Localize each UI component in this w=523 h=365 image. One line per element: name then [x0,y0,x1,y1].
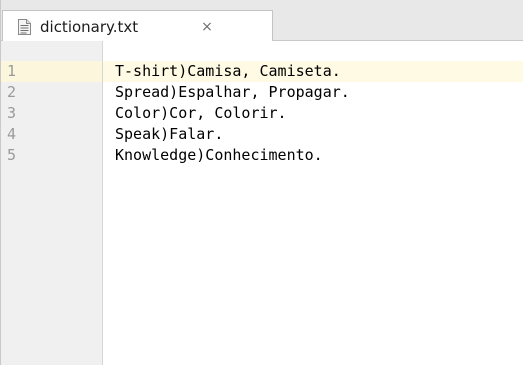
tab-label: dictionary.txt [40,18,139,36]
close-icon[interactable]: × [199,18,215,36]
tab-dictionary-txt[interactable]: dictionary.txt × [2,10,273,42]
line-number: 2 [7,83,17,101]
line-number: 3 [7,104,17,122]
text-editor[interactable]: 1 2 3 4 5 T-shirt)Camisa, Camiseta. Spre… [0,41,523,365]
editor-window: dictionary.txt × 1 2 3 4 5 T-shirt)Camis… [0,0,523,365]
code-line[interactable]: T-shirt)Camisa, Camiseta. [115,61,341,82]
tab-bar: dictionary.txt × [0,0,523,42]
text-file-icon [18,19,31,35]
line-number: 5 [7,146,17,164]
line-number: 4 [7,125,17,143]
code-line[interactable]: Color)Cor, Colorir. [115,103,287,124]
code-line[interactable]: Speak)Falar. [115,124,223,145]
code-line[interactable]: Spread)Espalhar, Propagar. [115,82,350,103]
line-number: 1 [7,62,17,80]
window-border [0,0,1,365]
code-line[interactable]: Knowledge)Conhecimento. [115,145,323,166]
